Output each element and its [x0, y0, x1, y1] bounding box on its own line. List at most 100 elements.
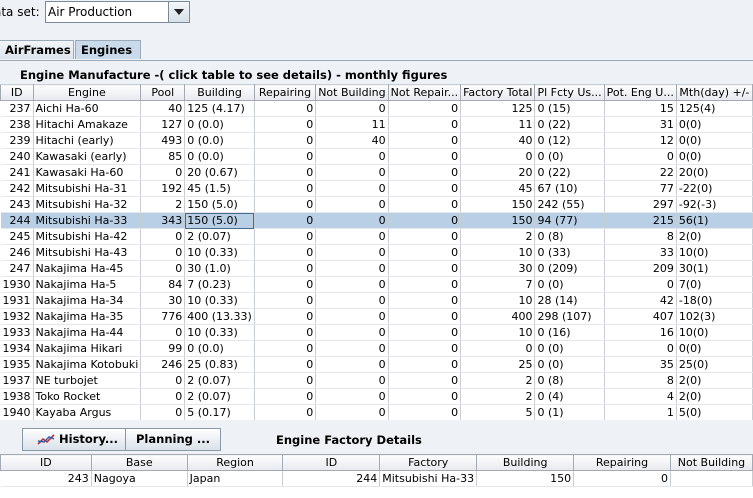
table-cell[interactable]: Kayaba Argus — [33, 404, 142, 420]
table-cell[interactable]: 0 — [315, 164, 389, 181]
table-cell[interactable]: 15 — [604, 100, 677, 117]
table-cell[interactable]: 22 — [604, 164, 677, 181]
table-cell[interactable]: 11 — [460, 116, 536, 133]
table-row[interactable]: 1934 Nakajima Hikari 99 0 (0.0) 0 0 0 0 0 (0) 0 0(… — [0, 340, 753, 357]
table-row[interactable]: 245 Mitsubishi Ha-42 0 2 (0.07) 0 0 0 2 0 (8) 8 2(… — [0, 228, 753, 245]
table-cell[interactable]: 1931 — [0, 292, 34, 309]
table-cell[interactable]: 400 — [460, 308, 536, 325]
table-cell[interactable]: 0 — [388, 404, 462, 420]
table-cell[interactable]: 1 — [604, 404, 677, 420]
table-cell[interactable]: 0 (0.0) — [184, 116, 255, 133]
table-row[interactable]: 242 Mitsubishi Ha-31 192 45 (1.5) 0 0 0 45 67 (1… — [0, 180, 753, 197]
table-cell[interactable]: -22(0) — [676, 180, 753, 197]
table-cell[interactable]: 0 — [254, 164, 317, 181]
table-cell[interactable]: 0 — [388, 244, 462, 261]
table-cell[interactable]: 0 — [315, 404, 389, 420]
column-header[interactable]: Repairing — [253, 84, 317, 101]
table-cell[interactable]: 31 — [604, 116, 677, 133]
table-cell[interactable]: 493 — [140, 132, 186, 149]
table-cell[interactable]: Mitsubishi Ha-42 — [33, 228, 142, 245]
table-cell[interactable]: 0 (33) — [534, 244, 605, 261]
table-cell[interactable]: 0 — [254, 340, 317, 357]
table-row[interactable]: 246 Mitsubishi Ha-43 0 10 (0.33) 0 0 0 10 0 (33)… — [0, 244, 753, 261]
table-cell[interactable]: 0 — [388, 324, 462, 341]
table-cell[interactable]: 10 (0.33) — [184, 244, 255, 261]
table-cell[interactable]: 0 — [388, 180, 462, 197]
table-cell[interactable]: 125 (4.17) — [184, 100, 255, 117]
table-cell[interactable]: 84 — [140, 276, 186, 293]
table-cell[interactable]: 77 — [604, 180, 677, 197]
table-cell[interactable]: 94 (77) — [534, 212, 605, 229]
details-column-header[interactable]: ID — [282, 454, 381, 471]
table-cell[interactable]: 192 — [140, 180, 186, 197]
table-cell[interactable]: 2(0) — [676, 372, 753, 389]
details-cell[interactable]: 0 — [573, 470, 671, 487]
table-cell[interactable]: 244 — [0, 212, 34, 229]
table-cell[interactable]: 10 (0.33) — [184, 292, 255, 309]
table-cell[interactable]: 246 — [0, 244, 34, 261]
details-column-header[interactable]: Base — [90, 454, 188, 471]
table-cell[interactable]: 0 — [315, 212, 389, 229]
table-cell[interactable]: 0 — [254, 292, 317, 309]
details-row[interactable]: 243 Nagoya Japan 244 Mitsubishi Ha-33 150 0 — [0, 470, 753, 487]
table-cell[interactable]: 0 — [315, 308, 389, 325]
table-cell[interactable]: 297 — [604, 196, 677, 213]
table-cell[interactable]: 30 — [140, 292, 186, 309]
table-cell[interactable]: 2 (0.07) — [184, 228, 255, 245]
table-cell[interactable]: 407 — [604, 308, 677, 325]
table-cell[interactable]: 5 (0.17) — [184, 404, 255, 420]
table-cell[interactable]: 0 — [388, 276, 462, 293]
table-cell[interactable]: 150 — [460, 212, 536, 229]
table-cell[interactable]: 0 — [315, 100, 389, 117]
table-cell[interactable]: Nakajima Hikari — [33, 340, 142, 357]
column-header[interactable]: Not Building — [315, 84, 389, 101]
table-cell[interactable]: Mitsubishi Ha-32 — [33, 196, 142, 213]
table-row[interactable]: 239 Hitachi (early) 493 0 (0.0) 0 40 0 40 0 (12)… — [0, 132, 753, 149]
table-cell[interactable]: 242 (55) — [534, 196, 605, 213]
table-cell[interactable]: 0 — [315, 388, 389, 405]
table-cell[interactable]: 0 — [140, 228, 186, 245]
table-cell[interactable]: 240 — [0, 148, 34, 165]
factory-details-container[interactable]: ID Base Region ID Factory Building Repairing No… — [0, 454, 753, 498]
table-cell[interactable]: 1932 — [0, 308, 34, 325]
table-row[interactable]: 1935 Nakajima Kotobuki 246 25 (0.83) 0 0 0 25 0 … — [0, 356, 753, 373]
details-cell[interactable]: 243 — [0, 470, 92, 487]
table-cell[interactable]: 10 — [460, 324, 536, 341]
details-column-header[interactable]: Not Building — [669, 454, 753, 471]
table-cell[interactable]: 0 — [315, 356, 389, 373]
table-cell[interactable]: 0 — [604, 340, 677, 357]
details-column-header[interactable]: Repairing — [573, 454, 671, 471]
table-cell[interactable]: 0 — [388, 212, 462, 229]
table-cell[interactable]: 239 — [0, 132, 34, 149]
table-cell[interactable]: 0 — [388, 308, 462, 325]
table-cell[interactable]: 99 — [140, 340, 186, 357]
table-cell[interactable]: 2 — [140, 196, 186, 213]
table-cell[interactable]: 0 (1) — [534, 404, 605, 420]
table-cell[interactable]: 0 — [604, 276, 677, 293]
table-cell[interactable]: 67 (10) — [534, 180, 605, 197]
table-cell[interactable]: 0 — [140, 404, 186, 420]
column-header[interactable]: Mth(day) +/- — [675, 84, 753, 101]
table-cell[interactable]: 0 — [388, 148, 462, 165]
table-cell[interactable]: 0 — [460, 340, 536, 357]
table-cell[interactable]: 0 (0) — [534, 276, 605, 293]
table-cell[interactable]: 0 — [388, 372, 462, 389]
table-cell[interactable]: 0(0) — [676, 148, 753, 165]
table-cell[interactable]: 2 — [460, 388, 536, 405]
column-header[interactable]: Pl Fcty Us... — [534, 84, 605, 101]
table-cell[interactable]: Aichi Ha-60 — [33, 100, 142, 117]
column-header[interactable]: Building — [184, 84, 255, 101]
table-cell[interactable]: 2 — [460, 228, 536, 245]
table-cell[interactable]: 45 — [460, 180, 536, 197]
table-cell[interactable]: 10(0) — [676, 244, 753, 261]
table-row[interactable]: 1937 NE turbojet 0 2 (0.07) 0 0 0 2 0 (8) 8 2(0) — [0, 372, 753, 389]
table-cell[interactable]: 0 — [254, 324, 317, 341]
table-cell[interactable]: 0 — [315, 148, 389, 165]
column-header[interactable]: Factory Total — [460, 84, 536, 101]
table-cell[interactable]: 0 (12) — [534, 132, 605, 149]
table-cell[interactable]: 0 — [604, 148, 677, 165]
table-cell[interactable]: 243 — [0, 196, 34, 213]
table-cell[interactable]: 25 — [460, 356, 536, 373]
table-cell[interactable]: 33 — [604, 244, 677, 261]
table-cell[interactable]: 0 — [254, 228, 317, 245]
